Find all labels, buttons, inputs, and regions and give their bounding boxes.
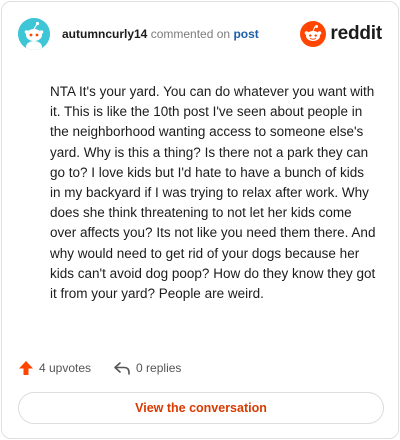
reddit-brand[interactable]: reddit: [300, 20, 382, 48]
author-line: autumncurly14 commented on post: [62, 27, 259, 41]
avatar[interactable]: [18, 18, 50, 50]
comment-body: NTA It's your yard. You can do whatever …: [50, 84, 376, 302]
brand-wordmark: reddit: [330, 23, 382, 44]
upvotes-stat[interactable]: 4 upvotes: [18, 360, 91, 376]
commented-on-text: commented on: [150, 27, 231, 41]
comment-footer: 4 upvotes 0 replies: [18, 358, 181, 378]
reply-arrow-icon: [114, 362, 130, 375]
comment-card: autumncurly14 commented on post reddit N…: [1, 1, 399, 439]
author-name[interactable]: autumncurly14: [62, 27, 147, 41]
upvotes-count: 4 upvotes: [39, 361, 92, 375]
replies-stat[interactable]: 0 replies: [113, 360, 181, 376]
upvote-arrow-icon: [19, 361, 33, 375]
reddit-snoo-icon: [300, 21, 327, 47]
replies-count: 0 replies: [136, 361, 182, 375]
comment-header: autumncurly14 commented on post reddit: [18, 18, 382, 54]
snoo-avatar-icon: [18, 18, 50, 50]
post-link[interactable]: post: [233, 27, 258, 41]
view-conversation-button[interactable]: View the conversation: [18, 392, 384, 424]
